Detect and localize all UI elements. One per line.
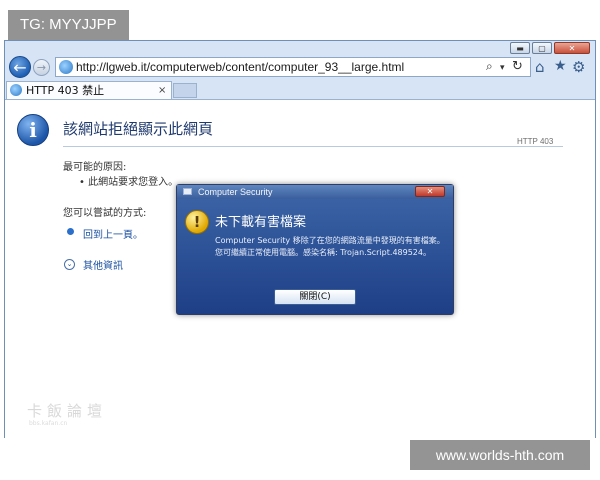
page-title: 該網站拒絕顯示此網頁	[63, 120, 214, 138]
site-globe-icon	[59, 60, 73, 74]
dialog-titlebar: Computer Security ✕	[177, 185, 453, 199]
home-icon[interactable]: ⌂	[535, 58, 545, 76]
forum-watermark-logo: 卡飯論壇	[27, 402, 108, 420]
info-icon: i	[17, 114, 49, 146]
dialog-message: Computer Security 移除了在您的網路流量中發現的有害檔案。您可繼…	[215, 236, 445, 257]
window-titlebar: ▬ ▢ ✕	[5, 41, 595, 55]
forum-watermark-site: bbs.kafan.cn	[29, 420, 68, 427]
gear-icon[interactable]: ⚙	[572, 58, 585, 76]
title-divider	[63, 146, 563, 147]
tab-page-icon	[10, 84, 22, 96]
more-info-link[interactable]: 其他資訊	[83, 257, 123, 272]
tab-http-403[interactable]: HTTP 403 禁止 ×	[6, 81, 172, 99]
dialog-close-button[interactable]: ✕	[415, 186, 445, 197]
tab-close-icon[interactable]: ×	[158, 82, 166, 99]
close-dialog-button[interactable]: 關閉(C)	[274, 289, 356, 305]
forward-arrow-icon[interactable]: →	[33, 59, 50, 76]
maximize-button[interactable]: ▢	[532, 42, 552, 54]
security-dialog: Computer Security ✕ ! 未下載有害檔案 Computer S…	[176, 184, 454, 315]
watermark-url: www.worlds-hth.com	[410, 440, 590, 470]
tries-heading: 您可以嘗試的方式:	[63, 208, 147, 219]
warning-icon: !	[185, 210, 209, 234]
cause-item: • 此網站要求您登入。	[79, 177, 179, 188]
app-window-icon	[183, 188, 192, 195]
go-back-link[interactable]: 回到上一頁。	[83, 226, 143, 241]
expand-chevron-icon[interactable]: ⌄	[64, 259, 75, 270]
navigation-bar: ← → http://lgweb.it/computerweb/content/…	[5, 55, 595, 81]
http-status-code: HTTP 403	[517, 137, 554, 146]
address-url[interactable]: http://lgweb.it/computerweb/content/comp…	[76, 58, 404, 76]
tab-bar: HTTP 403 禁止 ×	[5, 81, 595, 99]
dialog-title: Computer Security	[198, 187, 273, 197]
watermark-tag: TG: MYYJJPP	[8, 10, 129, 40]
close-window-button[interactable]: ✕	[554, 42, 590, 54]
causes-heading: 最可能的原因:	[63, 162, 127, 173]
chevron-down-icon[interactable]: ▾	[500, 59, 505, 77]
search-icon[interactable]: ⌕	[486, 59, 493, 74]
tab-title[interactable]: HTTP 403 禁止	[26, 82, 104, 99]
address-bar[interactable]: http://lgweb.it/computerweb/content/comp…	[55, 57, 531, 77]
back-arrow-icon[interactable]: ←	[9, 56, 31, 78]
favorites-star-icon[interactable]: ★	[554, 58, 567, 74]
bullet-icon	[67, 228, 74, 235]
minimize-button[interactable]: ▬	[510, 42, 530, 54]
refresh-icon[interactable]: ↻	[512, 58, 523, 76]
dialog-heading: 未下載有害檔案	[215, 215, 307, 230]
new-tab-button[interactable]	[173, 83, 197, 98]
